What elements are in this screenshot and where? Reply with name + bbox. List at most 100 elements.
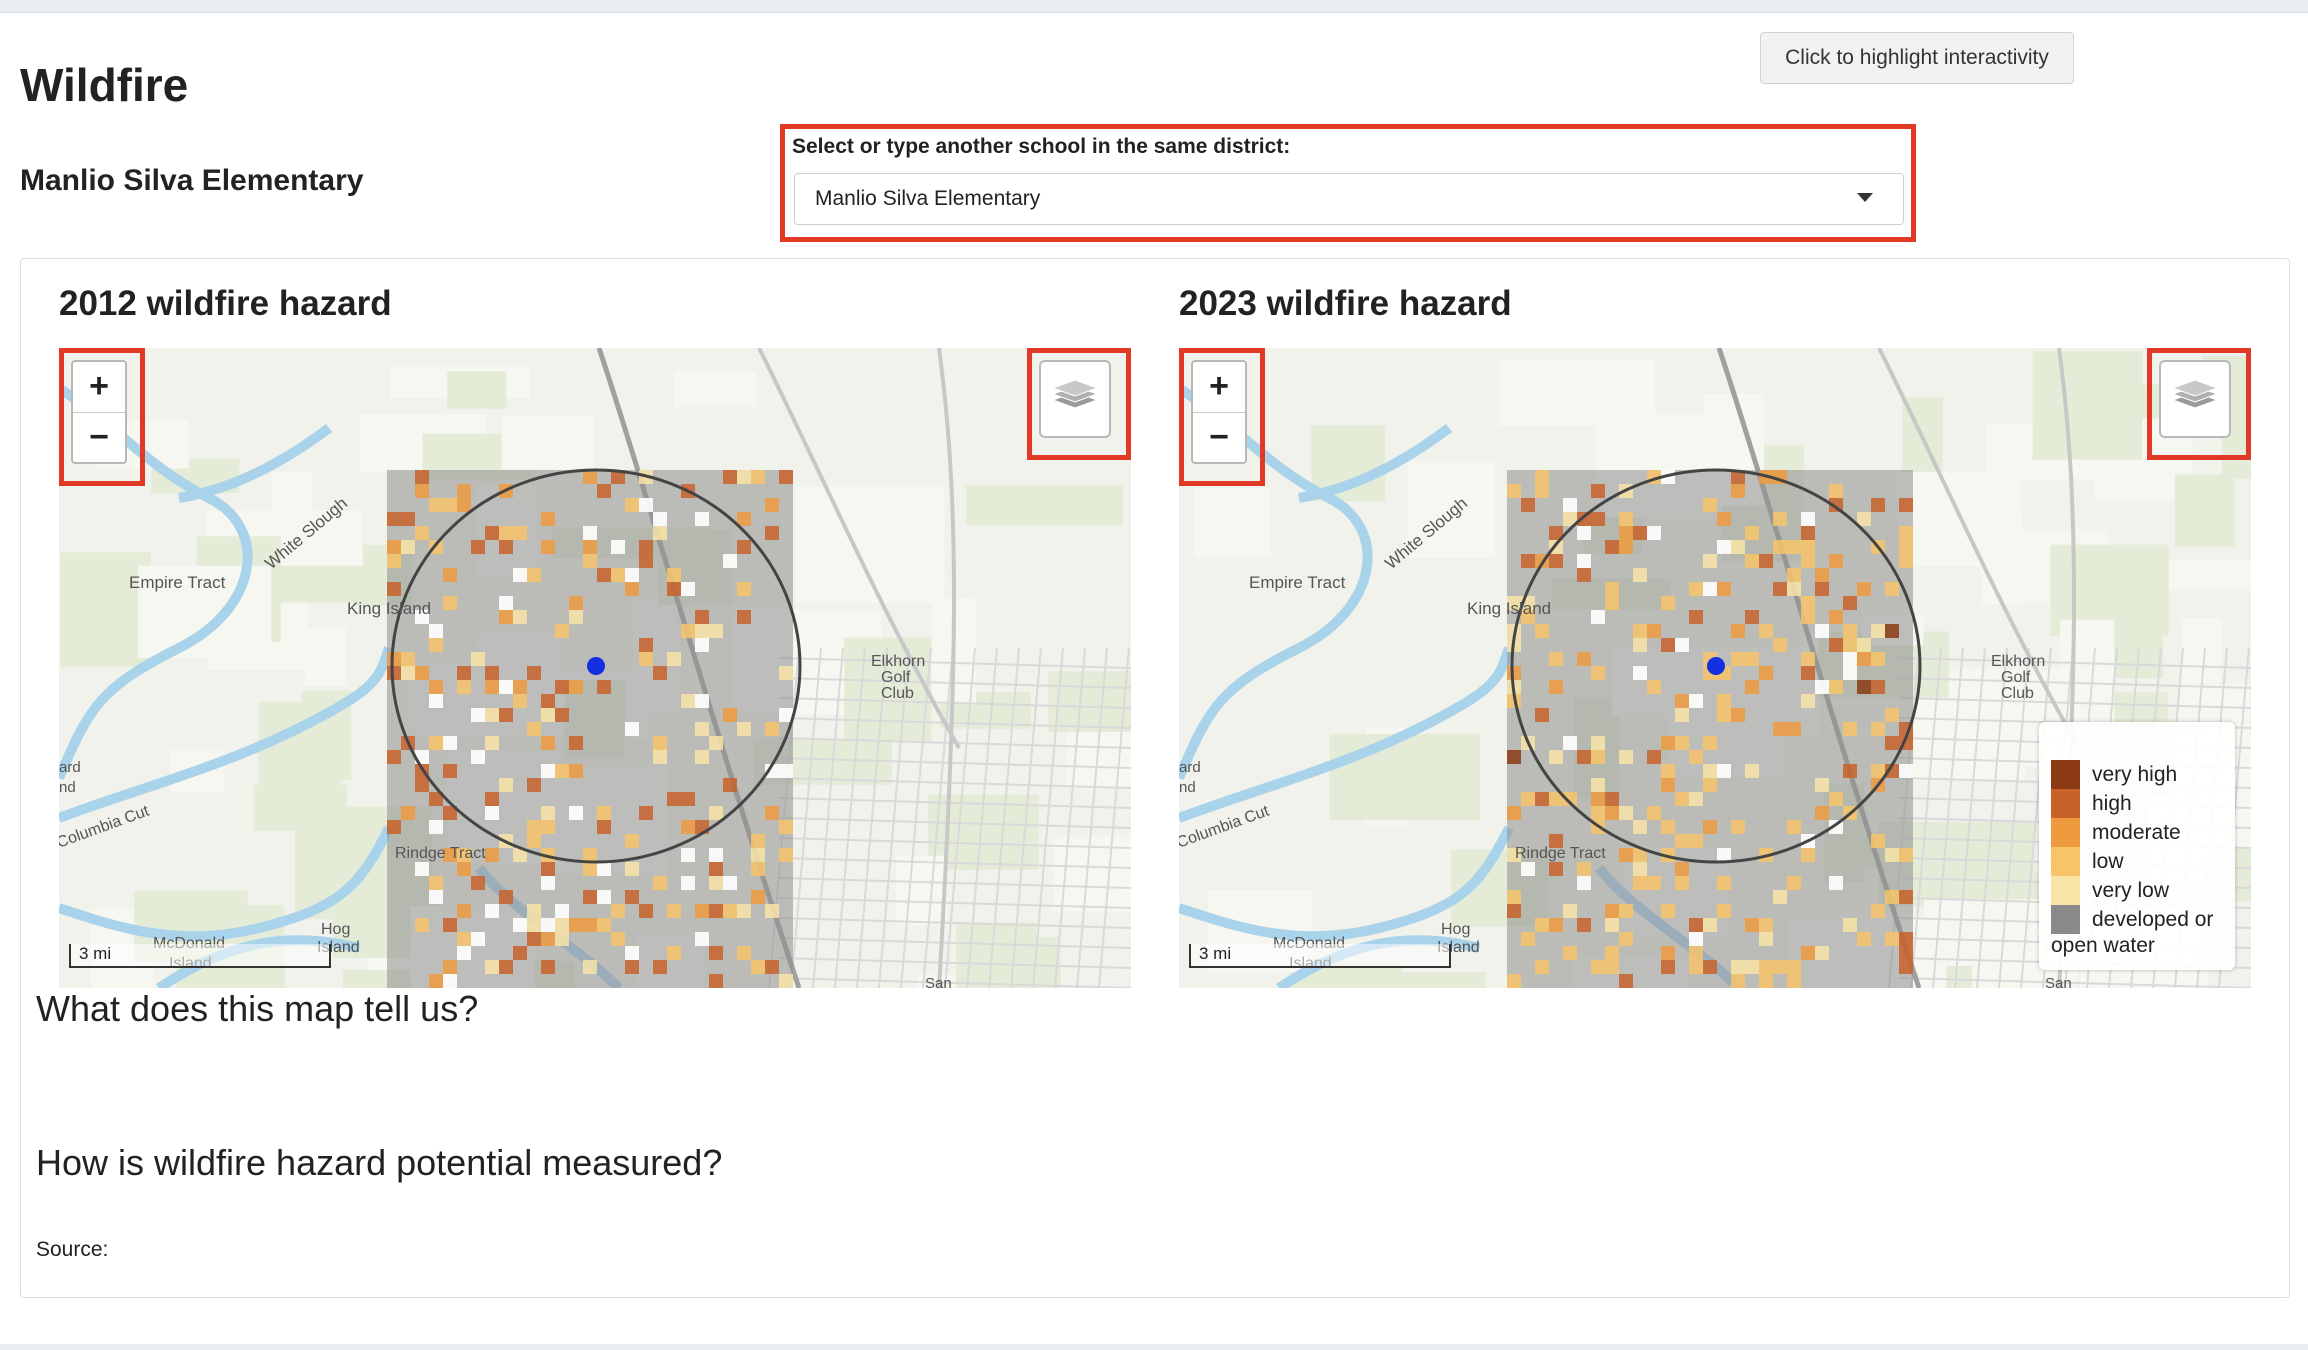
hazard-cell (1829, 484, 1843, 498)
hazard-cell (415, 470, 429, 484)
hazard-cell (513, 918, 527, 932)
hazard-cell (1633, 666, 1647, 680)
hazard-cell (695, 932, 709, 946)
hazard-cell (639, 638, 653, 652)
hazard-cell (541, 862, 555, 876)
hazard-cell (765, 526, 779, 540)
legend-swatch (2051, 818, 2080, 847)
zoom-control: + − (1191, 360, 1247, 464)
hazard-cell (387, 582, 401, 596)
hazard-cell (1689, 932, 1703, 946)
hazard-cell (555, 904, 569, 918)
hazard-cell (1535, 792, 1549, 806)
layers-button[interactable] (1039, 360, 1111, 438)
land-patch (1194, 488, 1271, 558)
hazard-cell (1857, 582, 1871, 596)
hazard-cell (583, 960, 597, 974)
hazard-cell (1745, 764, 1759, 778)
hazard-cell (1717, 848, 1731, 862)
hazard-cell (1899, 890, 1913, 904)
hazard-cell (443, 764, 457, 778)
zoom-in-button[interactable]: + (1193, 362, 1245, 413)
hazard-cell (541, 918, 555, 932)
hazard-cell (779, 764, 793, 778)
hazard-cell (667, 568, 681, 582)
hazard-cell (625, 834, 639, 848)
hazard-cell (1899, 932, 1913, 946)
hazard-cell (625, 946, 639, 960)
map-label: Empire Tract (1249, 573, 1346, 592)
hazard-cell (1745, 918, 1759, 932)
hazard-cell (1703, 820, 1717, 834)
hazard-cell (1759, 624, 1773, 638)
hazard-cell (527, 834, 541, 848)
hazard-cell (1801, 610, 1815, 624)
hazard-cell (611, 568, 625, 582)
hazard-cell (681, 848, 695, 862)
hazard-cell (485, 960, 499, 974)
hazard-cell (387, 540, 401, 554)
hazard-cell (1829, 638, 1843, 652)
hazard-cell (653, 876, 667, 890)
school-select[interactable]: Manlio Silva Elementary (794, 173, 1904, 225)
hazard-cell (499, 540, 513, 554)
hazard-cell (597, 862, 611, 876)
hazard-cell (471, 652, 485, 666)
hazard-cell (1899, 540, 1913, 554)
hazard-cell (1899, 764, 1913, 778)
hazard-cell (723, 904, 737, 918)
hazard-cell (1689, 834, 1703, 848)
hazard-cell (1647, 876, 1661, 890)
land-patch (447, 371, 507, 409)
hazard-cell (401, 806, 415, 820)
hazard-cell (737, 610, 751, 624)
hazard-cell (625, 582, 639, 596)
map-2012[interactable]: Empire Tract King Island White Slough Elkho… (59, 348, 1131, 988)
hazard-cell (1731, 540, 1745, 554)
hazard-cell (709, 876, 723, 890)
hazard-cell (737, 470, 751, 484)
hazard-cell (401, 540, 415, 554)
hazard-cell (457, 498, 471, 512)
hazard-cell (541, 708, 555, 722)
hazard-cell (1633, 862, 1647, 876)
hazard-cell (1591, 806, 1605, 820)
map-canvas-2012[interactable]: Empire TractKing IslandWhite SloughElkho… (59, 348, 1131, 988)
hazard-cell (1731, 960, 1745, 974)
hazard-cell (1801, 512, 1815, 526)
hazard-cell (765, 806, 779, 820)
hazard-cell (569, 764, 583, 778)
hazard-cell (1577, 568, 1591, 582)
hazard-cell (1619, 904, 1633, 918)
hazard-cell (1899, 498, 1913, 512)
zoom-in-button[interactable]: + (73, 362, 125, 413)
hazard-cell (723, 708, 737, 722)
legend-swatch (2051, 905, 2080, 934)
hazard-cell (723, 554, 737, 568)
hazard-cell (681, 582, 695, 596)
hazard-cell (1759, 666, 1773, 680)
map-label: Empire Tract (129, 573, 226, 592)
hazard-cell (527, 568, 541, 582)
hazard-cell (667, 946, 681, 960)
hazard-cell (1801, 526, 1815, 540)
zoom-out-button[interactable]: − (73, 413, 125, 463)
street (778, 917, 1131, 929)
map-2023[interactable]: Empire Tract King Island White Slough Elkho… (1179, 348, 2251, 988)
hazard-cell (583, 862, 597, 876)
highlight-interactivity-button[interactable]: Click to highlight interactivity (1760, 32, 2074, 84)
zoom-out-button[interactable]: − (1193, 413, 1245, 463)
hazard-cell (1633, 638, 1647, 652)
hazard-cell (1577, 652, 1591, 666)
hazard-cell (1899, 848, 1913, 862)
hazard-cell (737, 512, 751, 526)
hazard-cell (1591, 736, 1605, 750)
hazard-cell (1661, 960, 1675, 974)
hazard-cell (1703, 960, 1717, 974)
hazard-cell (1521, 792, 1535, 806)
layers-button[interactable] (2159, 360, 2231, 438)
hazard-cell (387, 750, 401, 764)
hazard-cell (695, 512, 709, 526)
hazard-cell (611, 932, 625, 946)
land-patch (1981, 507, 2023, 605)
